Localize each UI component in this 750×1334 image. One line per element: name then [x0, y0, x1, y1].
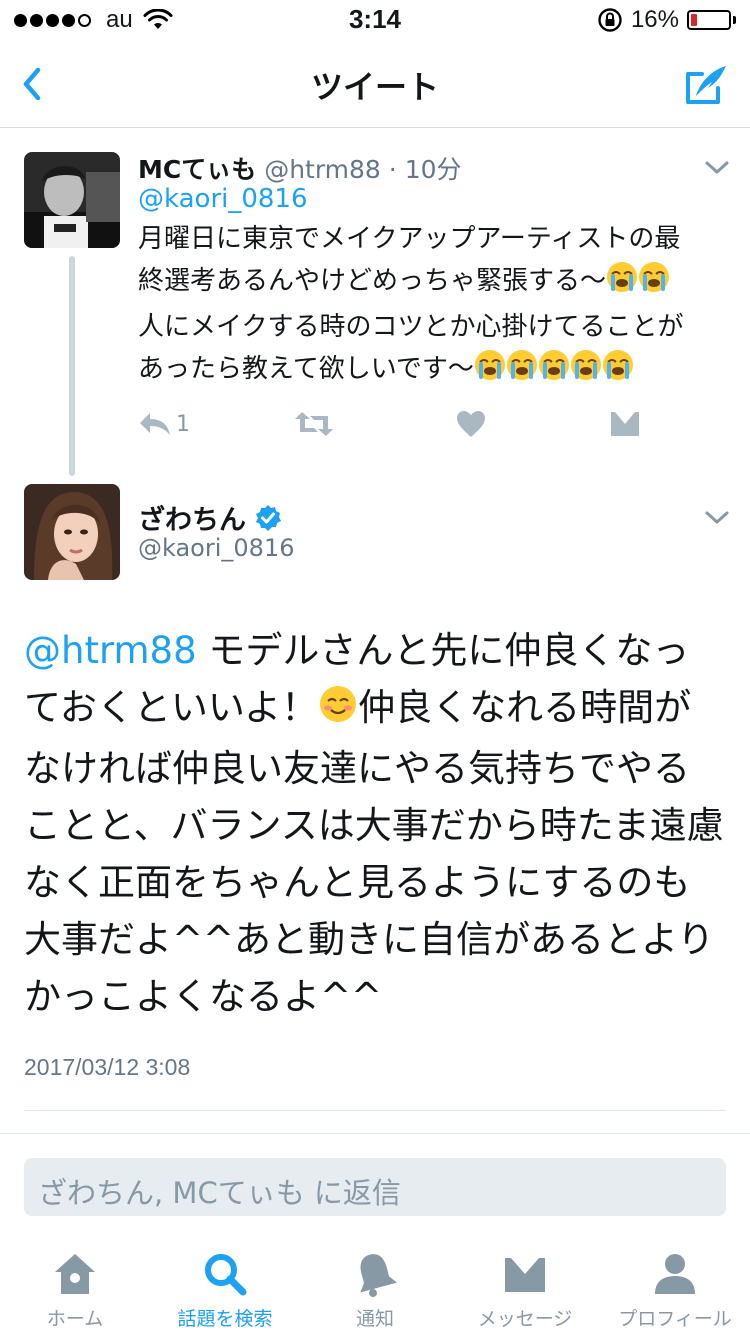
- envelope-icon: [611, 412, 639, 436]
- user-name[interactable]: MCてぃも: [138, 155, 256, 184]
- tab-messages[interactable]: メッセージ: [450, 1250, 600, 1331]
- tweet-detail-screen: au 3:14 16% ツイート MCてぃも @htrm88 · 10分 @ka…: [0, 0, 750, 1334]
- loudly-crying-face-icon: [570, 349, 602, 394]
- home-icon: [55, 1254, 95, 1294]
- tab-notifications[interactable]: 通知: [300, 1250, 450, 1331]
- avatar-image: [24, 484, 120, 580]
- tab-search[interactable]: 話題を検索: [150, 1250, 300, 1331]
- avatar-image: [24, 152, 120, 248]
- page-title: ツイート: [310, 68, 439, 106]
- tweet-text: @htrm88 モデルさんと先に仲良くなっておくといいよ！ 仲良くなれる時間がなけ…: [24, 622, 724, 1025]
- tab-label: メッセージ: [477, 1308, 573, 1330]
- battery-percent: 16%: [630, 6, 679, 33]
- retweet-action[interactable]: [294, 404, 334, 444]
- direct-message-action[interactable]: [610, 404, 640, 444]
- tab-profile[interactable]: プロフィール: [600, 1250, 750, 1331]
- smiling-face-icon: [318, 683, 358, 740]
- tweet-actions: 1: [138, 404, 698, 444]
- tweet-header: MCてぃも @htrm88 · 10分: [138, 150, 462, 186]
- reply-count: 1: [176, 411, 190, 437]
- tweet-text-line: 月曜日に東京でメイクアップアーティストの最: [138, 224, 681, 254]
- status-bar: au 3:14 16%: [0, 0, 750, 40]
- battery-level: [691, 14, 697, 26]
- tab-home[interactable]: ホーム: [0, 1250, 150, 1331]
- search-icon: [205, 1254, 247, 1296]
- tweet-text-line: 人にメイクする時のコツとか心掛けてることが: [138, 312, 684, 342]
- loudly-crying-face-icon: [474, 349, 506, 394]
- thread-connector-line: [69, 256, 75, 476]
- battery-icon: [687, 10, 731, 30]
- tweet-text-part: 仲良くなれる時間がなければ仲良い友達にやる気持ちでやることと、バランスは大事だか…: [24, 686, 724, 1018]
- bell-icon: [360, 1254, 397, 1297]
- avatar[interactable]: [24, 484, 120, 580]
- tab-label: プロフィール: [618, 1308, 732, 1330]
- battery-tip: [733, 16, 736, 24]
- user-name[interactable]: ざわちん: [138, 498, 246, 537]
- user-handle[interactable]: @kaori_0816: [138, 534, 294, 562]
- loudly-crying-face-icon: [602, 349, 634, 394]
- tab-label: 話題を検索: [177, 1308, 273, 1330]
- person-icon: [655, 1254, 695, 1294]
- verified-badge-icon: [256, 504, 281, 531]
- loudly-crying-face-icon: [538, 349, 570, 394]
- retweet-icon: [295, 412, 333, 436]
- like-action[interactable]: [456, 404, 486, 444]
- tweet-time: 10分: [404, 155, 462, 184]
- tweet-timestamp: 2017/03/12 3:08: [24, 1054, 191, 1080]
- avatar[interactable]: [24, 152, 120, 248]
- loudly-crying-face-icon: [606, 261, 638, 306]
- rotation-lock-icon: [598, 8, 622, 32]
- divider: [0, 1133, 750, 1134]
- tweet-text-line: 終選考あるんやけどめっちゃ緊張する〜: [138, 260, 728, 306]
- chevron-down-icon[interactable]: [702, 158, 732, 178]
- heart-icon: [457, 411, 485, 437]
- reply-action[interactable]: 1: [138, 404, 190, 444]
- tab-label: 通知: [355, 1308, 394, 1330]
- tweet-text-line: あったら教えて欲しいです〜: [138, 348, 728, 394]
- mention-link[interactable]: @htrm88: [24, 629, 197, 672]
- separator: ·: [380, 155, 405, 184]
- compose-tweet-icon[interactable]: [682, 60, 730, 108]
- loudly-crying-face-icon: [506, 349, 538, 394]
- divider: [24, 1110, 726, 1111]
- tweet-text: 月曜日に東京でメイクアップアーティストの最 終選考あるんやけどめっちゃ緊張する〜…: [138, 218, 728, 394]
- user-name-row: ざわちん: [138, 498, 282, 537]
- reply-input[interactable]: ざわちん, MCてぃも に返信: [24, 1158, 726, 1216]
- navigation-bar: ツイート: [0, 40, 750, 128]
- tab-bar: ホーム 話題を検索 通知 メッセージ プロフィール: [0, 1240, 750, 1334]
- user-handle[interactable]: @htrm88: [264, 155, 381, 184]
- chevron-down-icon[interactable]: [702, 508, 732, 528]
- loudly-crying-face-icon: [638, 261, 670, 306]
- tab-label: ホーム: [46, 1308, 104, 1330]
- reply-icon: [140, 413, 170, 435]
- mention-link[interactable]: @kaori_0816: [138, 184, 308, 214]
- envelope-icon: [505, 1258, 545, 1292]
- battery-area: 16%: [597, 6, 736, 34]
